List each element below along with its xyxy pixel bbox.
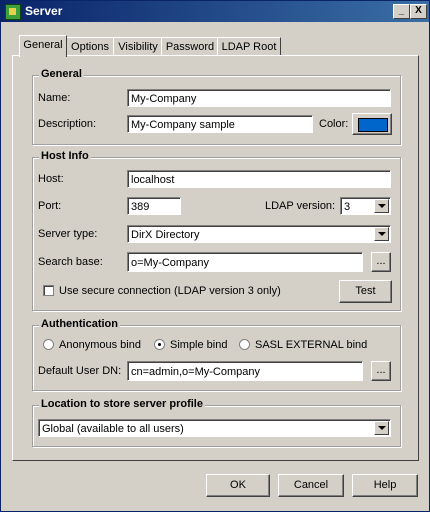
description-label: Description: xyxy=(38,118,97,130)
title-bar[interactable]: Server _ X xyxy=(1,1,429,22)
app-icon xyxy=(5,4,21,20)
location-group-title: Location to store server profile xyxy=(39,398,205,410)
window-title: Server xyxy=(25,4,63,18)
simple-bind-label: Simple bind xyxy=(170,339,228,351)
secure-connection-label: Use secure connection (LDAP version 3 on… xyxy=(59,285,281,297)
server-type-label: Server type: xyxy=(38,228,98,240)
authentication-group: Authentication xyxy=(32,318,401,391)
chevron-down-icon[interactable] xyxy=(374,199,389,213)
cancel-button[interactable]: Cancel xyxy=(278,474,344,497)
server-type-select[interactable]: DirX Directory xyxy=(127,225,391,243)
help-button[interactable]: Help xyxy=(352,474,418,497)
host-input[interactable]: localhost xyxy=(127,170,391,188)
location-value: Global (available to all users) xyxy=(42,423,184,435)
color-picker-button[interactable] xyxy=(352,113,392,135)
color-swatch xyxy=(358,118,388,132)
host-label: Host: xyxy=(38,173,64,185)
general-group-title: General xyxy=(39,68,84,80)
port-label: Port: xyxy=(38,200,62,212)
default-user-dn-input[interactable]: cn=admin,o=My-Company xyxy=(127,361,363,381)
anonymous-bind-radio[interactable] xyxy=(43,339,54,350)
secure-connection-checkbox[interactable] xyxy=(43,285,54,296)
tab-general[interactable]: General xyxy=(19,35,67,57)
chevron-down-icon[interactable] xyxy=(374,421,389,435)
color-label: Color: xyxy=(319,118,349,130)
default-user-dn-label: Default User DN: xyxy=(38,365,122,377)
sasl-external-bind-radio[interactable] xyxy=(239,339,250,350)
server-dialog: Server _ X General Options Visibility Pa… xyxy=(0,0,430,512)
tab-password[interactable]: Password xyxy=(161,37,219,56)
name-input[interactable]: My-Company xyxy=(127,89,391,107)
search-base-input[interactable]: o=My-Company xyxy=(127,252,363,272)
ldap-version-label: LDAP version: xyxy=(265,200,336,212)
host-info-group-title: Host Info xyxy=(39,150,91,162)
ok-button[interactable]: OK xyxy=(206,474,270,497)
location-select[interactable]: Global (available to all users) xyxy=(38,419,391,437)
tab-options[interactable]: Options xyxy=(65,37,115,56)
chevron-down-icon[interactable] xyxy=(374,227,389,241)
ldap-version-select[interactable]: 3 xyxy=(340,197,391,215)
search-base-browse-button[interactable]: ... xyxy=(371,252,391,272)
simple-bind-radio[interactable] xyxy=(154,339,165,350)
server-type-value: DirX Directory xyxy=(131,229,200,241)
name-label: Name: xyxy=(38,92,71,104)
ldap-version-value: 3 xyxy=(344,201,351,213)
authentication-group-title: Authentication xyxy=(39,318,120,330)
tab-ldap-root[interactable]: LDAP Root xyxy=(217,37,281,56)
general-group: General xyxy=(32,68,401,145)
test-button[interactable]: Test xyxy=(339,280,392,303)
search-base-label: Search base: xyxy=(38,256,103,268)
tab-visibility[interactable]: Visibility xyxy=(113,37,163,56)
close-button[interactable]: X xyxy=(410,4,427,19)
port-input[interactable]: 389 xyxy=(127,197,181,215)
default-user-dn-browse-button[interactable]: ... xyxy=(371,361,391,381)
sasl-external-bind-label: SASL EXTERNAL bind xyxy=(255,339,368,351)
minimize-button[interactable]: _ xyxy=(393,4,410,19)
description-input[interactable]: My-Company sample xyxy=(127,115,313,133)
anonymous-bind-label: Anonymous bind xyxy=(59,339,141,351)
